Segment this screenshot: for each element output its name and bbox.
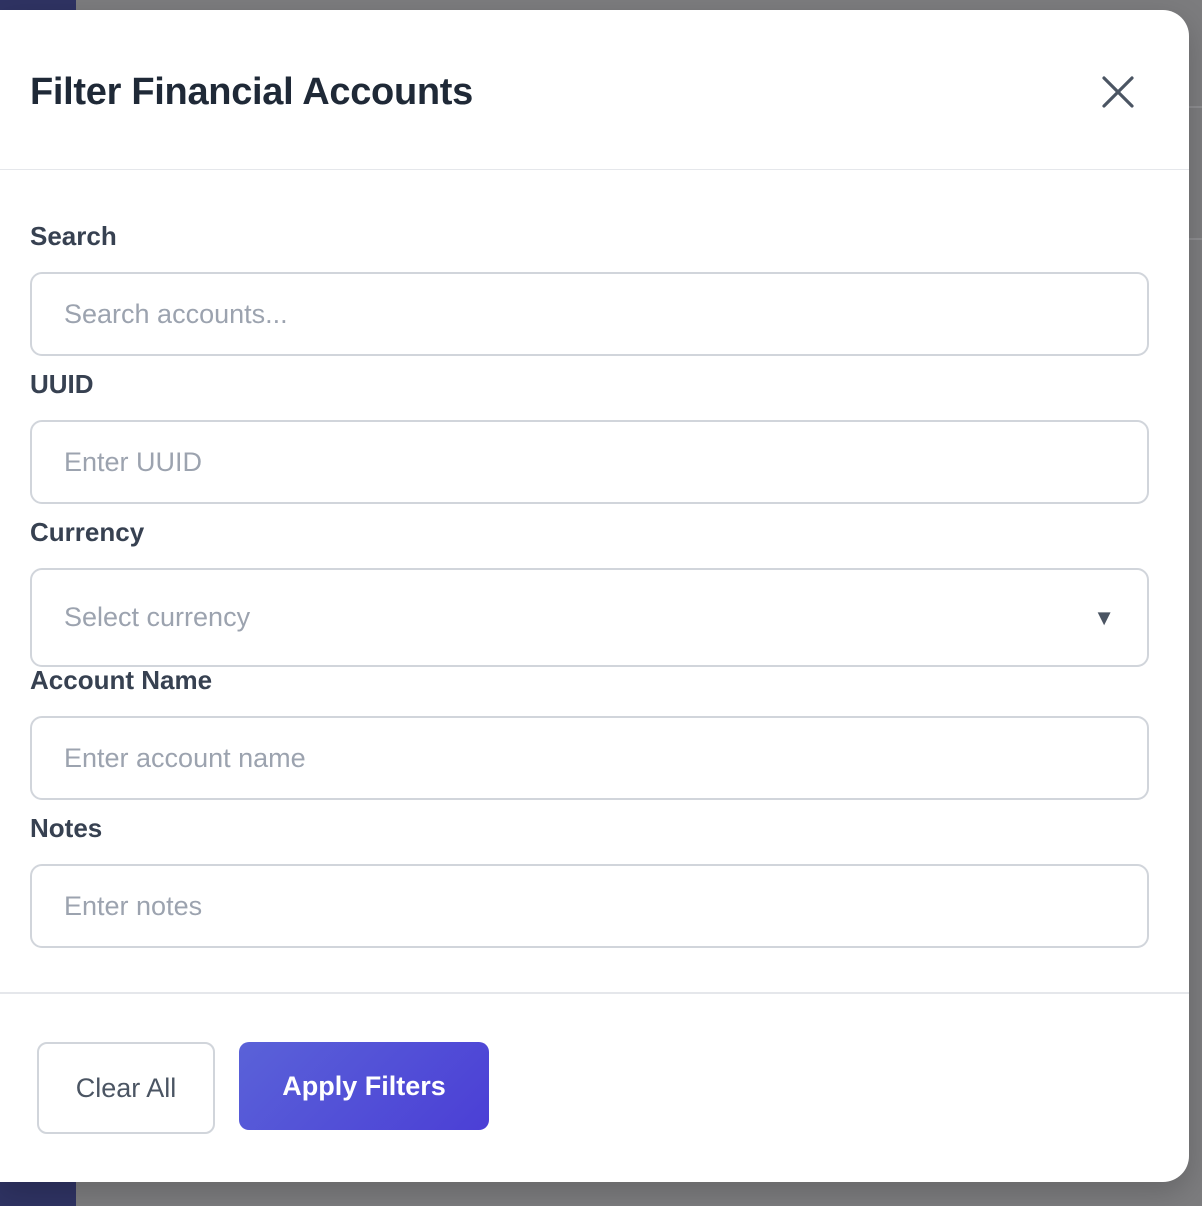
clear-all-button[interactable]: Clear All bbox=[37, 1042, 215, 1134]
notes-label: Notes bbox=[30, 813, 103, 843]
uuid-label: UUID bbox=[30, 369, 94, 399]
background-divider bbox=[1188, 238, 1202, 240]
notes-input[interactable] bbox=[30, 864, 1149, 948]
modal-header: Filter Financial Accounts bbox=[0, 10, 1189, 170]
account-name-input[interactable] bbox=[30, 716, 1149, 800]
apply-filters-button[interactable]: Apply Filters bbox=[239, 1042, 489, 1130]
modal-title: Filter Financial Accounts bbox=[30, 71, 473, 113]
filter-modal: Filter Financial Accounts Search UUID Cu… bbox=[0, 10, 1189, 1182]
close-button[interactable] bbox=[1092, 66, 1144, 118]
search-label: Search bbox=[30, 221, 117, 251]
close-icon bbox=[1102, 76, 1134, 108]
currency-select[interactable]: Select currency ▼ bbox=[30, 568, 1149, 667]
currency-select-value: Select currency bbox=[64, 602, 251, 632]
account-name-label: Account Name bbox=[30, 665, 213, 695]
background-divider bbox=[1188, 106, 1202, 108]
currency-label: Currency bbox=[30, 517, 145, 547]
search-input[interactable] bbox=[30, 272, 1149, 356]
dropdown-arrow-icon: ▼ bbox=[1093, 605, 1115, 630]
modal-footer: Clear All Apply Filters bbox=[0, 992, 1189, 1182]
uuid-input[interactable] bbox=[30, 420, 1149, 504]
